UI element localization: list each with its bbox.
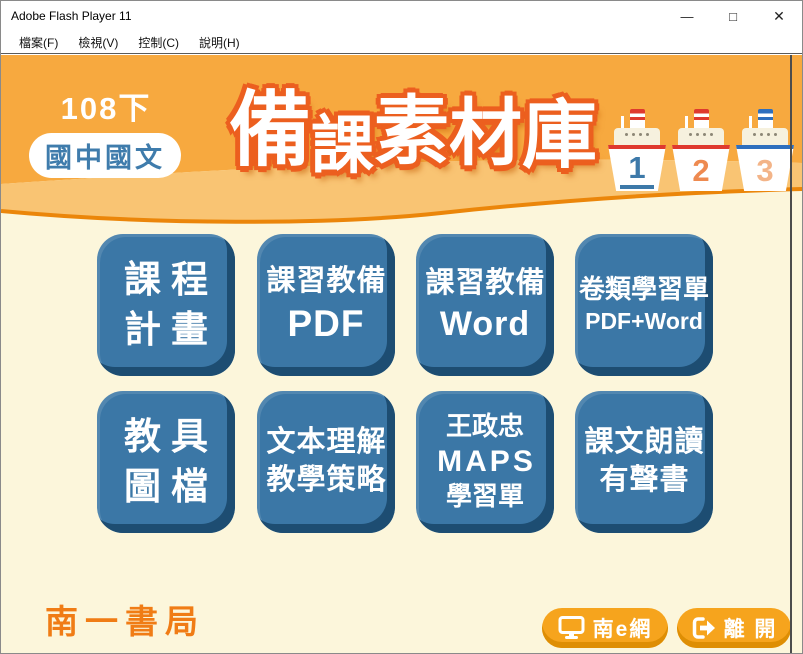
monitor-icon — [558, 616, 585, 640]
menu-control[interactable]: 控制(C) — [128, 31, 189, 53]
tile-label: Word — [440, 303, 530, 346]
tile-maps-worksheet[interactable]: 王政忠 MAPS 學習單 — [416, 391, 554, 533]
boat-tab-3[interactable]: 3 — [736, 101, 792, 191]
tile-label: 課程 — [114, 255, 218, 305]
boat-funnel-icon — [758, 109, 773, 129]
boat-number: 2 — [692, 155, 709, 186]
tile-label: PDF+Word — [585, 307, 703, 337]
app-title: 備課素材庫 — [223, 63, 603, 182]
tile-label: PDF — [288, 301, 365, 347]
tile-label: 學習單 — [446, 480, 524, 514]
publisher-logo: 南一書局 — [45, 595, 205, 643]
tile-label: 計畫 — [114, 305, 218, 355]
flash-player-window: Adobe Flash Player 11 — □ ✕ 檔案(F) 檢視(V) … — [0, 0, 803, 654]
tile-teaching-word[interactable]: 課習教備 Word — [416, 234, 554, 376]
boat-tab-1[interactable]: 1 — [608, 101, 666, 191]
tile-label: 課習教備 — [265, 263, 386, 301]
boat-stripe — [608, 145, 666, 149]
tile-label: 圖檔 — [114, 462, 218, 512]
maximize-button[interactable]: □ — [710, 1, 756, 31]
boat-hull: 2 — [672, 145, 730, 191]
menu-file[interactable]: 檔案(F) — [9, 31, 68, 53]
exit-button-label: 離 開 — [724, 613, 778, 643]
exit-button[interactable]: 離 開 — [677, 608, 791, 648]
tile-label: 課習教備 — [424, 265, 545, 303]
tile-text-comprehension[interactable]: 文本理解 教學策略 — [257, 391, 395, 533]
window-controls: — □ ✕ — [664, 1, 802, 31]
semester-label: 108下 — [31, 83, 181, 128]
flash-stage: 108下 國中國文 備課素材庫 1 2 — [1, 55, 802, 653]
window-title: Adobe Flash Player 11 — [1, 9, 664, 23]
stage-right-border — [790, 55, 792, 653]
boat-stripe — [672, 145, 730, 149]
boat-hull: 1 — [608, 145, 666, 191]
nane-button-label: 南e網 — [593, 613, 653, 643]
exit-icon — [691, 616, 716, 640]
minimize-button[interactable]: — — [664, 1, 710, 31]
menu-bar: 檔案(F) 檢視(V) 控制(C) 說明(H) — [1, 31, 802, 54]
boat-hull: 3 — [736, 145, 794, 191]
subject-badge: 國中國文 — [29, 133, 181, 178]
menu-view[interactable]: 檢視(V) — [68, 31, 128, 53]
tile-teaching-aids[interactable]: 教具 圖檔 — [97, 391, 235, 533]
tile-label: 教學策略 — [265, 462, 386, 500]
tile-label: MAPS — [434, 444, 536, 480]
tile-label: 教具 — [114, 412, 218, 462]
boat-funnel-icon — [630, 109, 645, 129]
boat-number: 1 — [620, 152, 653, 189]
tile-worksheets-pdf-word[interactable]: 卷類學習單 PDF+Word — [575, 234, 713, 376]
menu-help[interactable]: 說明(H) — [189, 31, 250, 53]
tile-label: 課文朗讀 — [583, 424, 704, 462]
close-button[interactable]: ✕ — [756, 1, 802, 31]
tile-course-plan[interactable]: 課程 計畫 — [97, 234, 235, 376]
boat-number: 3 — [756, 155, 773, 186]
boat-deck — [678, 128, 724, 145]
boat-deck — [742, 128, 788, 145]
boat-stripe — [736, 145, 794, 149]
tile-label: 有聲書 — [598, 462, 689, 500]
boat-tab-2[interactable]: 2 — [672, 101, 730, 191]
tile-label: 王政忠 — [446, 410, 524, 444]
title-bar: Adobe Flash Player 11 — □ ✕ — [1, 1, 802, 31]
boat-funnel-icon — [694, 109, 709, 129]
tile-label: 文本理解 — [265, 424, 386, 462]
nane-website-button[interactable]: 南e網 — [542, 608, 668, 648]
tile-teaching-pdf[interactable]: 課習教備 PDF — [257, 234, 395, 376]
tile-audio-book[interactable]: 課文朗讀 有聲書 — [575, 391, 713, 533]
tile-label: 卷類學習單 — [579, 273, 709, 307]
boat-deck — [614, 128, 660, 145]
